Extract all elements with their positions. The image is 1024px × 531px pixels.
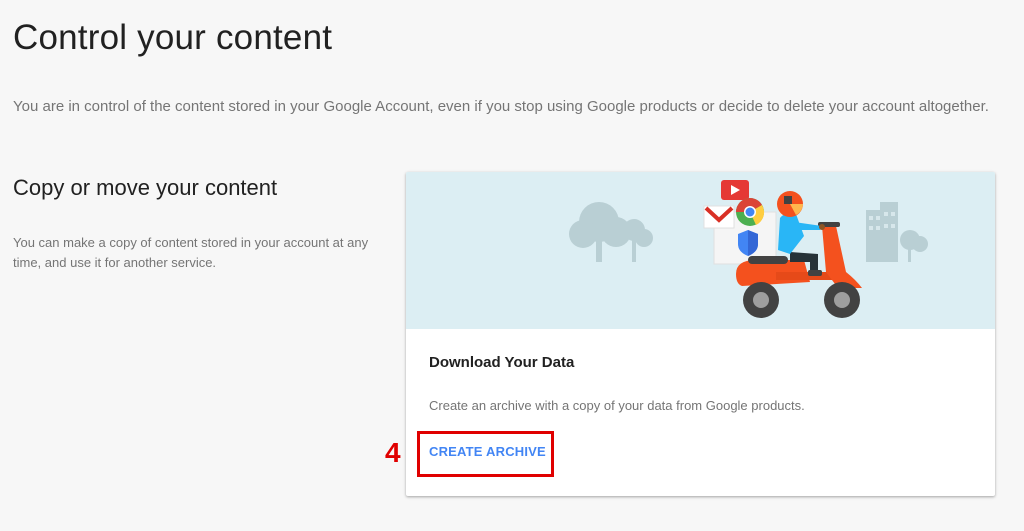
section-title: Copy or move your content	[13, 175, 278, 200]
download-data-card: Download Your Data Create an archive wit…	[406, 172, 995, 496]
page-title: Control your content	[13, 18, 333, 57]
card-hero-illustration	[406, 172, 995, 329]
gmail-icon	[703, 205, 735, 229]
page-intro: You are in control of the content stored…	[13, 98, 989, 115]
section-description: You can make a copy of content stored in…	[13, 235, 369, 270]
create-archive-button[interactable]: CREATE ARCHIVE	[429, 444, 546, 459]
card-title: Download Your Data	[429, 354, 575, 371]
building-icon	[866, 202, 928, 262]
tree-icon	[569, 202, 653, 262]
chrome-icon	[736, 198, 765, 226]
page: Control your content You are in control …	[0, 0, 1024, 531]
youtube-icon	[721, 180, 749, 200]
card-description: Create an archive with a copy of your da…	[429, 398, 805, 413]
step-number-annotation: 4	[385, 437, 401, 468]
scooter-delivery-illustration	[569, 180, 928, 318]
